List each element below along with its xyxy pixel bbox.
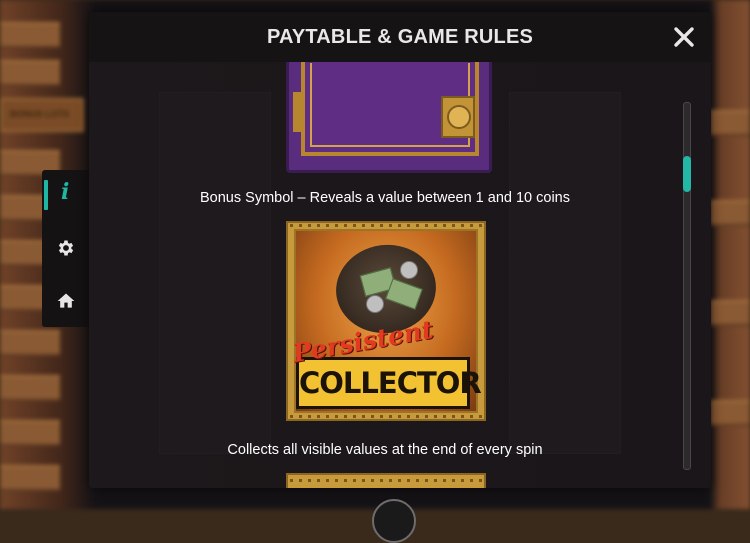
background-plank [710, 400, 750, 426]
modal-title: PAYTABLE & GAME RULES [266, 26, 534, 48]
hinge-icon [293, 92, 305, 132]
scrollbar-track[interactable] [683, 102, 691, 470]
rivet-row [290, 479, 482, 482]
side-menu-settings[interactable] [42, 223, 89, 273]
home-icon [57, 293, 75, 308]
coin-icon [400, 261, 418, 279]
background-plank [0, 375, 60, 401]
close-icon [674, 27, 694, 47]
collector-symbol-caption: Collects all visible values at the end o… [227, 442, 543, 458]
spin-button-edge [372, 499, 416, 543]
lock-icon [441, 96, 475, 138]
side-menu-info[interactable]: i [42, 170, 89, 220]
paytable-modal: PAYTABLE & GAME RULES Bonus Symbol – Rev… [89, 12, 711, 488]
rules-content[interactable]: Bonus Symbol – Reveals a value between 1… [89, 62, 711, 488]
close-button[interactable] [671, 24, 697, 50]
next-symbol-image [286, 473, 486, 488]
coin-icon [366, 295, 384, 313]
modal-header: PAYTABLE & GAME RULES [89, 12, 711, 62]
background-sign-text: BONUS LOTS [10, 109, 70, 119]
lock-knob [447, 105, 471, 129]
background-reel [509, 92, 621, 454]
background-plank [710, 110, 750, 136]
side-menu: i [42, 170, 89, 327]
rivet-row [290, 415, 482, 418]
info-icon: i [61, 179, 70, 205]
background-plank [0, 22, 60, 48]
gear-icon [58, 240, 74, 256]
background-plank [0, 420, 60, 446]
bonus-symbol-caption: Bonus Symbol – Reveals a value between 1… [200, 190, 570, 206]
scrollbar-thumb[interactable] [683, 156, 691, 192]
side-menu-home[interactable] [42, 276, 89, 326]
collector-banner: COLLECTOR [296, 357, 482, 409]
background-plank [710, 300, 750, 326]
collector-banner-title: COLLECTOR [299, 366, 482, 400]
background-plank [0, 465, 60, 491]
persistent-collector-image: COLLECTOR Persistent [286, 221, 486, 421]
rivet-row [290, 224, 482, 227]
background-plank [0, 330, 60, 356]
background-reel [159, 92, 271, 454]
background-sign: BONUS LOTS [0, 98, 84, 132]
background-plank [710, 200, 750, 226]
background-plank [0, 60, 60, 86]
bonus-symbol-image [286, 62, 492, 173]
